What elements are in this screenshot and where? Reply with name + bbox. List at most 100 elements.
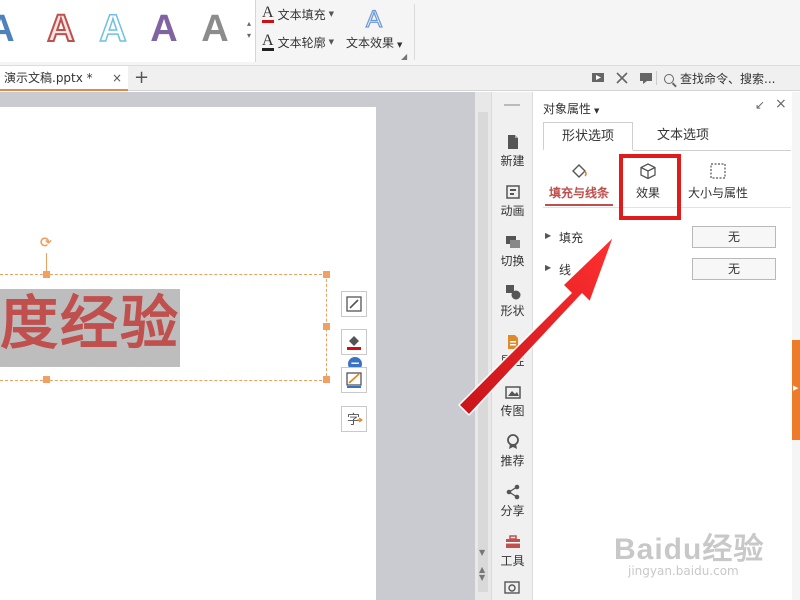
fill-value-dropdown[interactable]: 无 <box>692 226 776 248</box>
text-wrap-button[interactable]: 字 <box>341 406 367 432</box>
gallery-more-button[interactable]: ▴ ▾ <box>244 18 254 42</box>
slideshow-icon[interactable] <box>591 71 605 85</box>
slide-canvas[interactable]: 度经验 ⟳ <box>0 107 376 600</box>
text-effect-label: 文本效果 ▼ <box>346 36 403 50</box>
vertical-scrollbar[interactable]: ▼ ▲ ▼ <box>475 92 491 600</box>
scroll-page-icon[interactable]: ▲ ▼ <box>479 566 485 582</box>
sidebar-item-label: 传图 <box>500 404 525 418</box>
expand-arrow-icon[interactable]: ▶ <box>545 263 551 272</box>
tab-text-options[interactable]: 文本选项 <box>643 122 723 151</box>
fill-color-button[interactable] <box>341 329 367 355</box>
chevron-down-icon: ▼ <box>594 107 600 115</box>
scroll-down-icon[interactable]: ▼ <box>479 548 485 557</box>
sidebar-item-label: 形状 <box>500 304 525 318</box>
sidebar-item-label: 推荐 <box>500 454 525 468</box>
text-outline-icon: A <box>262 32 274 51</box>
sidebar-item-recommend[interactable]: 推荐 <box>492 428 533 474</box>
animation-icon <box>505 185 520 199</box>
resize-handle[interactable] <box>323 376 330 383</box>
text-style-purple[interactable]: A <box>141 4 187 54</box>
sidebar-item-transition[interactable]: 切换 <box>492 228 533 274</box>
recommend-icon <box>506 434 519 449</box>
new-doc-icon <box>507 135 518 149</box>
ribbon-divider <box>414 4 415 60</box>
text-outline-label: 文本轮廓 <box>277 35 326 50</box>
annotation-highlight-box <box>619 154 681 220</box>
fill-label: 填充 <box>559 231 584 245</box>
text-style-gray[interactable]: A <box>192 4 238 54</box>
expand-side-tab[interactable]: ▶ <box>792 340 800 440</box>
sidebar-item-shapes[interactable]: 形状 <box>492 278 533 324</box>
toolbox-icon <box>505 535 520 548</box>
edit-shape-button[interactable] <box>341 291 367 317</box>
document-tab-label: 演示文稿.pptx * <box>4 71 93 85</box>
text-fill-button[interactable]: A 文本填充 ▼ <box>262 4 334 24</box>
paint-bucket-icon <box>572 164 587 178</box>
subtab-fill-line-label: 填充与线条 <box>548 186 609 200</box>
expand-arrow-icon: ▶ <box>793 384 799 392</box>
ribbon: A A A A A ▴ ▾ A 文本填充 ▼ A 文本轮廓 ▼ A 文本效果 ▼ ◢ <box>0 0 800 66</box>
subtab-fill-line[interactable]: 填充与线条 <box>545 160 613 208</box>
line-row[interactable]: ▶ 线 无 <box>545 258 785 282</box>
rotate-stem <box>46 253 47 273</box>
sidebar-item-label: 新建 <box>500 154 525 168</box>
text-style-blue[interactable]: A <box>0 4 24 54</box>
subtab-size-properties[interactable]: 大小与属性 <box>683 160 753 208</box>
outline-color-button[interactable] <box>341 367 367 393</box>
sidebar-item-upload-image[interactable]: 传图 <box>492 378 533 424</box>
close-icon[interactable]: × <box>775 96 787 112</box>
text-fill-icon: A <box>262 4 274 23</box>
sidebar-item-new[interactable]: 新建 <box>492 128 533 174</box>
new-tab-button[interactable]: + <box>134 66 149 90</box>
baidu-watermark: Baidu经验 jingyan.baidu.com <box>614 514 784 584</box>
command-search-label: 查找命令、搜索... <box>680 72 776 86</box>
transition-icon <box>505 236 520 248</box>
expand-arrow-icon[interactable]: ▶ <box>545 231 551 240</box>
sidebar-item-animation[interactable]: 动画 <box>492 178 533 224</box>
edit-shape-icon <box>346 296 362 312</box>
close-icon[interactable]: × <box>112 71 122 85</box>
panel-title[interactable]: 对象属性 ▼ <box>543 100 599 117</box>
resize-handle[interactable] <box>323 271 330 278</box>
panel-restore-icon[interactable]: ↙ <box>755 98 765 112</box>
text-style-red-outline[interactable]: A <box>38 4 84 54</box>
comment-icon[interactable] <box>639 71 653 85</box>
outline-icon <box>346 372 362 388</box>
text-effect-button[interactable]: A 文本效果 ▼ <box>346 5 408 54</box>
properties-icon <box>507 335 518 349</box>
sidebar-item-share[interactable]: 分享 <box>492 478 533 524</box>
sidebar-item-label: 分享 <box>500 504 525 518</box>
line-label: 线 <box>559 263 572 277</box>
sidebar-item-label: 属性 <box>500 354 525 368</box>
pin-tool-icon[interactable] <box>615 71 629 85</box>
document-tab[interactable]: 演示文稿.pptx * <box>0 66 128 91</box>
resize-handle[interactable] <box>43 376 50 383</box>
watermark-url: jingyan.baidu.com <box>628 564 739 578</box>
sidebar-item-label: 切换 <box>500 254 525 268</box>
backup-icon[interactable] <box>504 580 520 594</box>
text-outline-button[interactable]: A 文本轮廓 ▼ <box>262 32 334 52</box>
resize-handle[interactable] <box>323 323 330 330</box>
rotate-handle-icon[interactable]: ⟳ <box>40 235 52 251</box>
search-icon <box>664 73 674 84</box>
text-fill-label: 文本填充 <box>277 7 326 22</box>
sidebar-item-properties[interactable]: 属性 <box>492 328 533 374</box>
chevron-down-icon: ▼ <box>328 38 334 46</box>
sidebar-item-tools[interactable]: 工具 <box>492 528 533 574</box>
scrollbar-track[interactable] <box>478 112 488 592</box>
document-tab-bar: 演示文稿.pptx * × + 查找命令、搜索... <box>0 66 800 91</box>
divider <box>656 71 657 85</box>
line-value-dropdown[interactable]: 无 <box>692 258 776 280</box>
slide-workspace: 度经验 ⟳ − 字 <box>0 92 475 600</box>
text-style-light-blue-outline[interactable]: A <box>90 4 136 54</box>
fill-row[interactable]: ▶ 填充 无 <box>545 226 785 250</box>
selected-text-box[interactable] <box>0 271 330 383</box>
chevron-down-icon: ▼ <box>328 10 334 18</box>
command-search[interactable]: 查找命令、搜索... <box>664 70 775 87</box>
sidebar-grip[interactable] <box>504 104 520 106</box>
text-wrap-icon: 字 <box>347 413 363 428</box>
dialog-launcher-icon[interactable]: ◢ <box>401 52 407 61</box>
tab-shape-options[interactable]: 形状选项 <box>543 122 633 151</box>
paint-bucket-icon <box>347 336 361 350</box>
size-box-icon <box>710 163 726 179</box>
